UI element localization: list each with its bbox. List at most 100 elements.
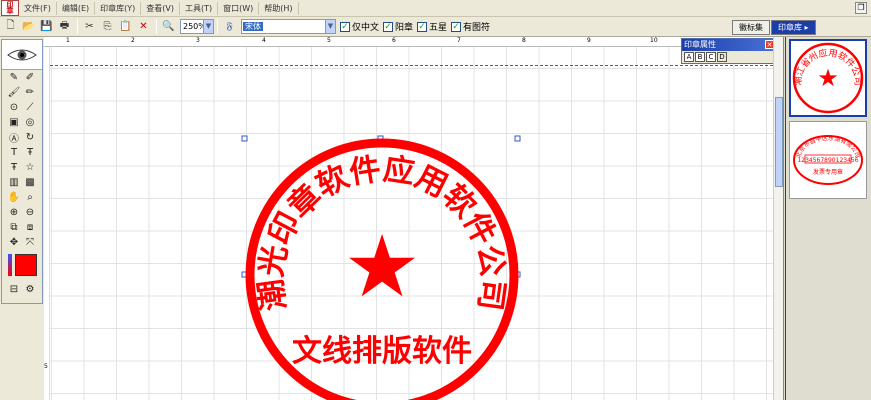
star-tool-icon[interactable]: ☆ <box>22 160 38 174</box>
toolbar-separator <box>156 19 157 34</box>
barcode-icon[interactable]: ▥ <box>6 175 22 189</box>
hand-icon[interactable]: ✋ <box>6 190 22 204</box>
seal-bottom-text: 文线排版软件 <box>292 334 472 369</box>
toolbar-separator <box>217 19 218 34</box>
text-box-icon[interactable]: Ŧ <box>6 160 22 174</box>
chevron-down-icon[interactable]: ▼ <box>325 20 335 33</box>
ruler-label: 5 <box>327 37 331 44</box>
gallery-seal-thumb[interactable]: 潮江省州应用软件公司 ★ <box>789 39 867 117</box>
circle-tool-icon[interactable]: ◎ <box>22 115 38 129</box>
tab-seal-library[interactable]: 印章库 ▸ <box>771 20 816 35</box>
text-tool-icon[interactable]: T <box>6 145 22 159</box>
line-tool-icon[interactable]: ⟋ <box>22 100 38 114</box>
zoom-icon[interactable]: 🔍 <box>160 18 177 35</box>
zoom-out-icon[interactable]: ⊖ <box>22 205 38 219</box>
brush-icon[interactable]: 🖌 <box>6 85 22 99</box>
selection-handle[interactable] <box>241 135 248 142</box>
checkbox-icon[interactable]: ✓ <box>340 21 350 32</box>
props-tab-d[interactable]: D <box>717 52 727 62</box>
app-window: 印章 文件(F) 编辑(E) 印章库(Y) 查看(V) 工具(T) 窗口(W) … <box>0 0 871 400</box>
ellipse-tool-icon[interactable]: ⊙ <box>6 100 22 114</box>
props-title-text: 印章属性 <box>684 40 716 49</box>
move-icon[interactable]: ✥ <box>6 235 22 249</box>
props-tab-a[interactable]: A <box>684 52 694 62</box>
vertical-scrollbar[interactable] <box>773 37 783 400</box>
menu-bar: 印章 文件(F) 编辑(E) 印章库(Y) 查看(V) 工具(T) 窗口(W) … <box>0 0 871 17</box>
check-chinese-only[interactable]: ✓ 仅中文 <box>340 20 379 33</box>
props-tab-b[interactable]: B <box>695 52 705 62</box>
image-tool-icon[interactable]: ▩ <box>22 175 38 189</box>
menu-help[interactable]: 帮助(H) <box>259 1 299 15</box>
chevron-down-icon[interactable]: ▼ <box>203 20 213 33</box>
rotate-icon[interactable]: ↻ <box>22 130 38 144</box>
fill-color-swatch[interactable] <box>14 254 37 276</box>
seal-design[interactable]: 潮光印章软件应用软件公司 ★ 文线排版软件 <box>239 133 529 400</box>
window-restore-icon[interactable]: ❐ <box>855 2 867 14</box>
ruler-label: 7 <box>457 37 461 44</box>
menu-file[interactable]: 文件(F) <box>19 1 57 15</box>
ungroup-icon[interactable]: ⧈ <box>22 220 38 234</box>
gallery-seal-thumb[interactable]: 北京市昌平区东湖有限公司 1234567890123456 发票专用章 <box>789 121 867 199</box>
menu-tools[interactable]: 工具(T) <box>180 1 219 15</box>
toolbar-separator <box>77 19 78 34</box>
check-five-star-label: 五星 <box>429 23 448 33</box>
props-tabs: A B C D <box>682 51 776 63</box>
paste-icon[interactable]: 📋 <box>117 18 134 35</box>
check-has-symbol-label: 有图符 <box>463 23 491 33</box>
scrollbar-thumb[interactable] <box>775 97 783 187</box>
check-positive-seal-label: 阳章 <box>395 23 414 33</box>
props-panel-title: 印章属性 ✕ <box>682 39 776 51</box>
check-five-star[interactable]: ✓ 五星 <box>417 20 447 33</box>
menu-view[interactable]: 查看(V) <box>141 1 180 15</box>
settings-icon[interactable]: ⚙ <box>22 282 38 296</box>
vertical-text-icon[interactable]: Ŧ <box>22 145 38 159</box>
group-icon[interactable]: ⧉ <box>6 220 22 234</box>
menu-window[interactable]: 窗口(W) <box>218 1 260 15</box>
ruler-label: 1 <box>66 37 70 44</box>
arc-text-icon[interactable]: Ⓐ <box>6 130 22 145</box>
check-has-symbol[interactable]: ✓ 有图符 <box>451 20 490 33</box>
color-picker <box>2 254 42 276</box>
open-folder-icon[interactable]: 📂 <box>20 18 37 35</box>
copy-icon[interactable]: ⎘ <box>99 18 116 35</box>
ruler-left: 5 <box>44 47 50 400</box>
checkbox-icon[interactable]: ✓ <box>417 21 428 32</box>
ruler-label: 5 <box>44 363 48 370</box>
print-icon[interactable]: 🖶 <box>56 18 73 35</box>
svg-text:1234567890123456: 1234567890123456 <box>797 157 858 164</box>
props-tab-c[interactable]: C <box>706 52 716 62</box>
tab-logo-set[interactable]: 徽标集 <box>732 20 770 35</box>
menu-edit[interactable]: 编辑(E) <box>57 1 96 15</box>
new-file-icon[interactable]: 🗋 <box>2 18 19 35</box>
font-icon: 𝔉 <box>226 21 233 32</box>
search-icon[interactable]: ⌕ <box>22 190 38 204</box>
delete-icon[interactable]: ✕ <box>135 18 152 35</box>
menu-seal-library[interactable]: 印章库(Y) <box>95 1 142 15</box>
ruler-top: 1 2 3 4 5 6 7 8 9 10 <box>44 37 773 47</box>
transform-icon[interactable]: ⤧ <box>22 235 38 249</box>
checkbox-icon[interactable]: ✓ <box>451 21 462 32</box>
zoom-select[interactable]: 250% ▼ <box>180 19 214 34</box>
zoom-in-icon[interactable]: ⊕ <box>6 205 22 219</box>
cut-icon[interactable]: ✂ <box>81 18 98 35</box>
ruler-label: 10 <box>650 37 658 44</box>
ruler-label: 4 <box>262 37 266 44</box>
pen-icon[interactable]: ✎ <box>6 70 22 84</box>
pencil-icon[interactable]: ✏ <box>22 85 38 99</box>
selection-handle[interactable] <box>514 135 521 142</box>
curve-pen-icon[interactable]: ✐ <box>22 70 38 84</box>
save-icon[interactable]: 💾 <box>38 18 55 35</box>
tool-palette: ✎ ✐ 🖌 ✏ ⊙ ⟋ ▣ ◎ Ⓐ ↻ TŦ Ŧ ☆ ▥ ▩ ✋ ⌕ ⊕ ⊖ ⧉ ⧈ ✥ ⤧ ⊟ ⚙ <box>1 39 43 304</box>
rect-tool-icon[interactable]: ▣ <box>6 115 22 129</box>
design-canvas[interactable]: 1 2 3 4 5 6 7 8 9 10 5 潮光印章软件应用软件公司 ★ 文线… <box>44 37 773 400</box>
stamp-preview-icon[interactable]: ⊟ <box>6 282 22 296</box>
font-select[interactable]: 宋体 ▼ <box>241 19 336 34</box>
ruler-label: 2 <box>131 37 135 44</box>
app-logo-icon: 印章 <box>1 0 19 16</box>
seal-properties-panel: 印章属性 ✕ A B C D <box>681 38 777 64</box>
stroke-color-swatch[interactable] <box>7 254 12 276</box>
checkbox-icon[interactable]: ✓ <box>383 21 394 32</box>
ruler-label: 3 <box>196 37 200 44</box>
check-positive-seal[interactable]: ✓ 阳章 <box>383 20 413 33</box>
ruler-label: 6 <box>392 37 396 44</box>
